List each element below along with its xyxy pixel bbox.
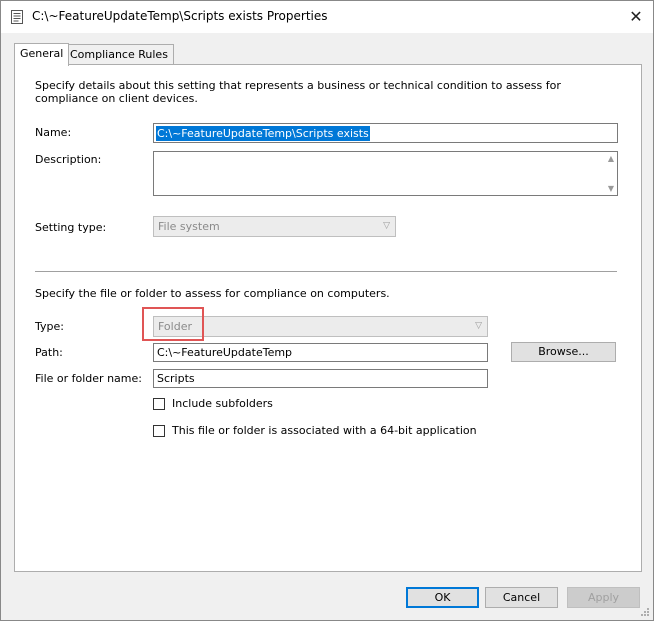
tab-compliance-rules[interactable]: Compliance Rules [64, 44, 174, 65]
window-title: C:\~FeatureUpdateTemp\Scripts exists Pro… [32, 9, 328, 23]
path-label: Path: [35, 346, 63, 359]
scroll-down-icon[interactable]: ▼ [608, 184, 614, 193]
type-label: Type: [35, 320, 64, 333]
chevron-down-icon: ▽ [383, 221, 390, 231]
setting-type-label: Setting type: [35, 221, 107, 234]
browse-button[interactable]: Browse... [511, 342, 616, 362]
resize-grip-icon[interactable] [640, 607, 650, 617]
file-name-value: Scripts [157, 372, 195, 385]
name-field[interactable]: C:\~FeatureUpdateTemp\Scripts exists [153, 123, 618, 143]
64bit-checkbox[interactable] [153, 425, 165, 437]
properties-window-icon [11, 10, 23, 24]
64bit-label[interactable]: This file or folder is associated with a… [172, 424, 477, 437]
close-icon: ✕ [629, 6, 643, 26]
general-tab-panel: Specify details about this setting that … [14, 64, 642, 572]
section-divider [35, 271, 617, 272]
cancel-button[interactable]: Cancel [485, 587, 558, 608]
properties-dialog: C:\~FeatureUpdateTemp\Scripts exists Pro… [0, 0, 654, 621]
name-label: Name: [35, 126, 72, 139]
include-subfolders-checkbox[interactable] [153, 398, 165, 410]
file-name-field[interactable]: Scripts [153, 369, 488, 388]
highlight-box [142, 307, 204, 341]
name-value: C:\~FeatureUpdateTemp\Scripts exists [156, 126, 370, 141]
description-field[interactable]: ▲ ▼ [153, 151, 618, 196]
description-label: Description: [35, 153, 102, 166]
include-subfolders-label[interactable]: Include subfolders [172, 397, 273, 410]
close-button[interactable]: ✕ [619, 1, 653, 31]
setting-type-combo: File system ▽ [153, 216, 396, 237]
general-description-text: Specify details about this setting that … [35, 79, 561, 105]
path-field[interactable]: C:\~FeatureUpdateTemp [153, 343, 488, 362]
file-name-label: File or folder name: [35, 372, 142, 385]
ok-button[interactable]: OK [406, 587, 479, 608]
path-value: C:\~FeatureUpdateTemp [157, 346, 293, 359]
scroll-up-icon[interactable]: ▲ [608, 154, 614, 163]
apply-button: Apply [567, 587, 640, 608]
file-section-text: Specify the file or folder to assess for… [35, 287, 390, 300]
chevron-down-icon: ▽ [475, 321, 482, 331]
tab-general[interactable]: General [14, 43, 70, 66]
setting-type-value: File system [158, 220, 220, 233]
title-bar: C:\~FeatureUpdateTemp\Scripts exists Pro… [1, 1, 653, 33]
